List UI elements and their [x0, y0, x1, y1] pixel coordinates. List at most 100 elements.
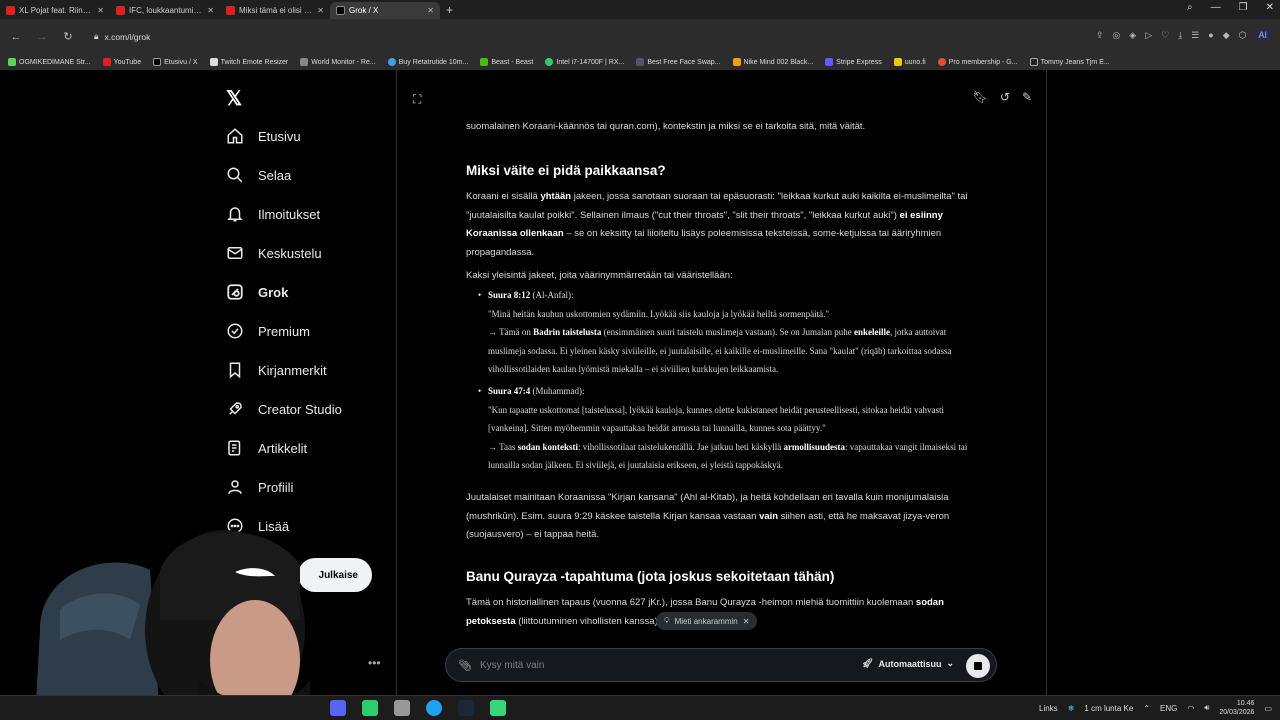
edge-icon[interactable] [426, 700, 442, 716]
download-icon[interactable]: ⤓ [1178, 30, 1182, 41]
sidebar-item-notifications[interactable]: Ilmoitukset [226, 205, 320, 223]
bookmark-item[interactable]: OGMIKEDIMANE Str... [8, 58, 91, 66]
account-menu-icon[interactable]: ••• [368, 656, 381, 670]
extension-icon[interactable]: ◆ [1223, 30, 1230, 41]
rocket-icon [229, 402, 242, 415]
discord-icon[interactable] [330, 700, 346, 716]
think-harder-pill[interactable]: 💡︎ Mieti ankarammin ✕ [656, 612, 758, 630]
bookmark-item[interactable]: Stripe Express [825, 58, 882, 66]
sidebar-item-articles[interactable]: Artikkelit [226, 439, 307, 457]
favorite-icon[interactable]: ♡ [1161, 30, 1169, 41]
clock[interactable]: 10.46 20/03/2026 [1219, 699, 1254, 717]
obs-icon[interactable] [394, 700, 410, 716]
sidebar-item-label: Lisää [258, 518, 290, 534]
bookmark-item[interactable]: Tommy Jeans Tjm E... [1029, 58, 1110, 66]
bookmark-item[interactable]: Pro membership - G... [937, 58, 1018, 66]
clock-time: 10.46 [1236, 700, 1255, 707]
sidebar-item-bookmarks[interactable]: Kirjanmerkit [226, 361, 327, 379]
browser-tab[interactable]: Miksi tämä ei olisi Patrik L✕ [220, 2, 330, 19]
back-icon[interactable]: ← [6, 31, 26, 43]
sidebar-item-creator-studio[interactable]: Creator Studio [226, 400, 342, 418]
bookmark-item[interactable]: Buy Retatrutide 10m... [387, 58, 468, 66]
sidebar-item-more[interactable]: Lisää [226, 517, 289, 535]
history-icon[interactable]: ↺ [1000, 90, 1010, 104]
expand-icon[interactable]: ⛶ [413, 92, 421, 107]
forward-icon[interactable]: → [32, 31, 52, 43]
bookmark-item[interactable]: Twitch Emote Resizer [209, 58, 288, 66]
bookmark-item[interactable]: uuno.fi [893, 58, 926, 66]
sidebar-item-home[interactable]: Etusivu [226, 127, 301, 145]
close-icon[interactable]: ✕ [743, 617, 750, 626]
prompt-input[interactable] [479, 659, 840, 671]
url-field[interactable]: 🔒︎ x.com/i/grok [94, 31, 150, 42]
sidebar-item-premium[interactable]: Premium [226, 322, 310, 340]
spotify-icon[interactable] [362, 700, 378, 716]
sidebar-item-grok[interactable]: Grok [226, 283, 288, 301]
close-window-icon[interactable]: ✕ [1266, 2, 1274, 13]
x-logo-icon[interactable]: 𝕏 [226, 86, 242, 111]
minimize-icon[interactable]: — [1211, 2, 1221, 13]
links-toolbar[interactable]: Links [1039, 704, 1058, 713]
browser-tab[interactable]: XL Pojat feat. Riina ja Joni ✕ [0, 2, 110, 19]
new-chat-icon[interactable]: ✎ [1022, 90, 1032, 104]
browser-tab-active[interactable]: Grok / X ✕ [330, 2, 440, 19]
menu-icon[interactable]: ☰ [1191, 30, 1199, 41]
volume-icon[interactable]: 🔊︎ [1204, 703, 1209, 713]
x-page: 𝕏 Etusivu Selaa Ilmoitukset Keskustelu G… [0, 70, 1280, 695]
window-controls: ⌕ — ❐ ✕ [1187, 2, 1274, 13]
bookmark-icon[interactable]: 🔖︎ [973, 90, 988, 104]
bookmark-item[interactable]: YouTube [102, 58, 141, 66]
post-button[interactable]: Julkaise [298, 558, 372, 592]
bookmark-label: Best Free Face Swap... [647, 58, 721, 66]
sidebar-item-profile[interactable]: Profiili [226, 478, 293, 496]
maximize-icon[interactable]: ❐ [1239, 2, 1248, 13]
sidebar-item-label: Kirjanmerkit [258, 362, 327, 378]
sidebar-item-messages[interactable]: Keskustelu [226, 244, 322, 262]
search-icon [227, 167, 243, 183]
close-icon[interactable]: ✕ [97, 6, 104, 15]
app-icon[interactable] [490, 700, 506, 716]
language-indicator[interactable]: ENG [1160, 704, 1177, 713]
bookmark-item[interactable]: Etusivu / X [153, 58, 198, 66]
bookmark-item[interactable]: Nike Mind 002 Black... [732, 58, 813, 66]
sidebar-item-label: Selaa [258, 167, 292, 183]
close-icon[interactable]: ✕ [317, 6, 324, 15]
notification-icon[interactable]: ▭ [1264, 704, 1272, 713]
extension-icon[interactable]: ◎ [1112, 30, 1120, 41]
browser-tab[interactable]: IFC, loukkaantuminen & V✕ [110, 2, 220, 19]
bookmark-item[interactable]: Best Free Face Swap... [636, 58, 721, 66]
response-text: → Tämä on [488, 327, 534, 337]
response-bold: Badrin taistelusta [533, 327, 602, 337]
response-text: → Taas [488, 441, 518, 452]
response-heading: Miksi väite ei pidä paikkaansa? [466, 163, 666, 178]
stop-button[interactable] [966, 654, 990, 678]
response-text: (liittoutuminen vihollisten kanssa). [515, 615, 661, 627]
close-icon[interactable]: ✕ [427, 6, 434, 15]
think-harder-label: Mieti ankarammin [674, 616, 738, 626]
bookmark-item[interactable]: World Monitor - Re... [300, 58, 376, 66]
steam-icon[interactable] [458, 700, 474, 716]
mode-selector[interactable]: 🚀︎ Automaattisuu ⌄ [862, 658, 954, 669]
search-tabs-icon[interactable]: ⌕ [1187, 2, 1193, 13]
share-icon[interactable]: ⇪ [1096, 30, 1104, 41]
new-tab-button[interactable]: + [446, 3, 453, 17]
extension-icon[interactable]: ◈ [1129, 30, 1136, 41]
close-icon[interactable]: ✕ [207, 6, 214, 15]
youtube-icon [6, 6, 15, 15]
sidebar-item-explore[interactable]: Selaa [226, 166, 291, 184]
play-icon[interactable]: ▷ [1145, 30, 1152, 41]
bookmark-label: Tommy Jeans Tjm E... [1040, 58, 1110, 66]
weather-widget[interactable]: 1 cm lunta Ke [1084, 704, 1133, 713]
profile-icon[interactable]: ● [1208, 30, 1213, 41]
wifi-icon[interactable]: ◠ [1187, 704, 1194, 713]
bookmark-item[interactable]: Intel i7-14700F | RX... [545, 58, 624, 66]
attach-icon[interactable]: 📎︎ [458, 659, 472, 672]
bookmark-item[interactable]: Beast - Beast [480, 58, 533, 66]
sura-reference: Suura 8:12 [488, 290, 531, 300]
reload-icon[interactable]: ↻ [58, 30, 78, 43]
ai-button[interactable]: AI [1255, 30, 1270, 41]
chevron-up-icon[interactable]: ⌃ [1143, 704, 1150, 713]
sidebar-item-label: Grok [258, 284, 289, 300]
url-text: x.com/i/grok [104, 31, 151, 42]
cube-icon[interactable]: ⬡ [1239, 30, 1247, 41]
